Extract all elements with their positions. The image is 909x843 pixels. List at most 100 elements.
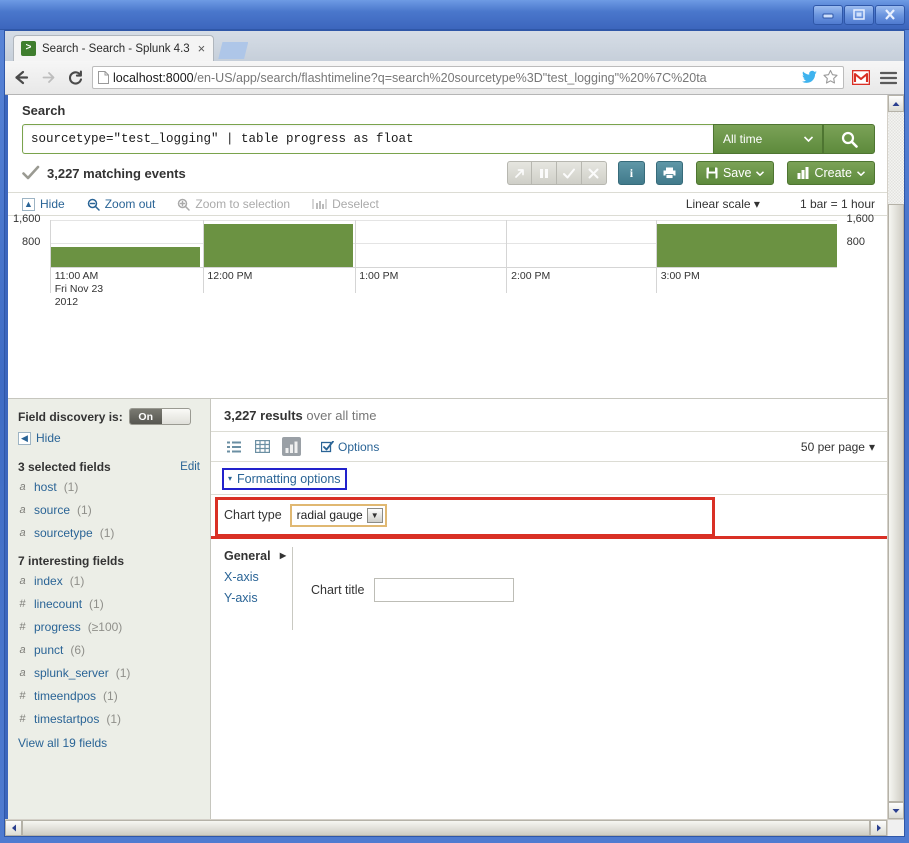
event-count-row: 3,227 matching events [8,154,887,192]
formatting-options-label: Formatting options [237,472,341,486]
new-tab-button[interactable] [218,42,248,59]
per-page-select[interactable]: 50 per page ▾ [801,440,875,454]
search-submit-button[interactable] [823,124,875,154]
back-button[interactable] [11,68,31,88]
results-options-button[interactable]: Options [321,440,379,454]
timeline-scale-select[interactable]: Linear scale ▾ [686,197,760,211]
time-range-picker[interactable]: All time [713,124,823,154]
select-arrow-icon[interactable]: ▼ [367,508,383,523]
page-horizontal-scrollbar[interactable] [5,819,887,836]
field-count: (6) [70,643,85,657]
search-input[interactable]: sourcetype="test_logging" | table progre… [22,124,713,154]
timeline-bar[interactable] [50,247,200,267]
scroll-right-button[interactable] [870,820,887,836]
reload-icon [67,70,84,86]
scroll-thumb-horizontal[interactable] [22,820,870,836]
timeline-hide-button[interactable]: ▲ Hide [22,197,65,211]
field-name: timeendpos [34,689,96,703]
chevron-down-icon [804,136,813,142]
field-type-icon: a [18,667,27,679]
chrome-menu-icon[interactable] [878,68,898,88]
field-type-icon: a [18,644,27,656]
chevron-left-icon [11,824,17,832]
window-maximize-button[interactable] [844,5,874,25]
nav-item-general[interactable]: General ▶ [224,549,292,563]
timeline-bar[interactable] [203,224,353,267]
save-button[interactable]: Save [696,161,775,185]
reload-button[interactable] [65,68,85,88]
timeline-zoom-out-button[interactable]: Zoom out [87,197,156,211]
gmail-icon[interactable] [851,68,871,88]
pause-icon [539,168,549,179]
address-bar[interactable]: localhost:8000/en-US/app/search/flashtim… [92,66,844,89]
splunk-app: Search sourcetype="test_logging" | table… [5,95,887,819]
sidebar-field-timeendpos[interactable]: # timeendpos (1) [18,689,200,703]
timeline-hide-label: Hide [40,197,65,211]
cancel-button[interactable] [582,161,607,185]
send-to-background-button[interactable] [507,161,532,185]
job-info-button[interactable]: i [618,161,645,185]
close-icon [884,9,896,20]
field-discovery-row: Field discovery is: On [18,408,200,425]
window-close-button[interactable] [875,5,905,25]
sidebar-hide-button[interactable]: ◀ Hide [18,431,200,445]
field-count: (1) [100,526,115,540]
field-count: (≥100) [88,620,123,634]
timeline-bar[interactable] [656,224,837,267]
bookmark-star-icon[interactable] [822,69,839,86]
create-button[interactable]: Create [787,161,875,185]
twitter-icon[interactable] [801,69,818,86]
sidebar-field-timestartpos[interactable]: # timestartpos (1) [18,712,200,726]
formatting-options-toggle[interactable]: ▾ Formatting options [224,470,345,488]
nav-item-x-axis[interactable]: X-axis [224,570,292,584]
chevron-down-icon [892,808,900,814]
list-glyph-icon [227,441,241,453]
scroll-thumb[interactable] [888,204,904,802]
hamburger-icon [880,71,897,85]
print-button[interactable] [656,161,683,185]
scroll-down-button[interactable] [888,802,904,819]
timeline-bar-info: 1 bar = 1 hour [800,197,875,211]
list-view-icon[interactable] [224,437,243,456]
pause-button[interactable] [532,161,557,185]
chart-view-icon[interactable] [282,437,301,456]
finalize-button[interactable] [557,161,582,185]
tab-close-icon[interactable]: × [196,41,208,56]
forward-button[interactable] [38,68,58,88]
window-minimize-button[interactable] [813,5,843,25]
chevron-down-icon: ▾ [869,440,875,454]
sidebar-field-host[interactable]: a host (1) [18,480,200,494]
sidebar-field-sourcetype[interactable]: a sourcetype (1) [18,526,200,540]
chart-type-select[interactable]: radial gauge ▼ [290,504,387,527]
sidebar-field-linecount[interactable]: # linecount (1) [18,597,200,611]
field-name: punct [34,643,63,657]
field-type-icon: # [18,598,27,610]
zoom-in-icon [177,198,190,211]
table-glyph-icon [255,440,270,453]
scroll-left-button[interactable] [5,820,22,836]
timeline-deselect-button[interactable]: Deselect [312,197,379,211]
sidebar-field-source[interactable]: a source (1) [18,503,200,517]
sidebar-field-progress[interactable]: # progress (≥100) [18,620,200,634]
body-split: Field discovery is: On ◀ Hide 3 selecte [8,398,887,819]
browser-tab[interactable]: > Search - Search - Splunk 4.3 × [13,35,214,61]
sidebar-field-punct[interactable]: a punct (6) [18,643,200,657]
nav-item-y-axis[interactable]: Y-axis [224,591,292,605]
sidebar-field-splunk-server[interactable]: a splunk_server (1) [18,666,200,680]
scroll-track-upper[interactable] [888,112,904,204]
edit-fields-link[interactable]: Edit [180,461,200,473]
timeline-chart[interactable]: 1,600 800 1,600 800 [50,220,837,268]
page-vertical-scrollbar[interactable] [887,95,904,819]
field-count: (1) [70,574,85,588]
view-all-fields-link[interactable]: View all 19 fields [18,736,200,750]
table-view-icon[interactable] [253,437,272,456]
timeline-zoom-to-selection-button[interactable]: Zoom to selection [177,197,290,211]
chart-title-input[interactable] [374,578,514,602]
sidebar-field-index[interactable]: a index (1) [18,574,200,588]
field-discovery-toggle[interactable]: On [129,408,191,425]
field-type-icon: a [18,504,27,516]
scroll-up-button[interactable] [888,95,904,112]
selected-fields-title: 3 selected fields [18,460,111,474]
chart-settings-nav: General ▶ X-axis Y-axis [211,547,293,630]
maximize-icon [853,9,865,20]
